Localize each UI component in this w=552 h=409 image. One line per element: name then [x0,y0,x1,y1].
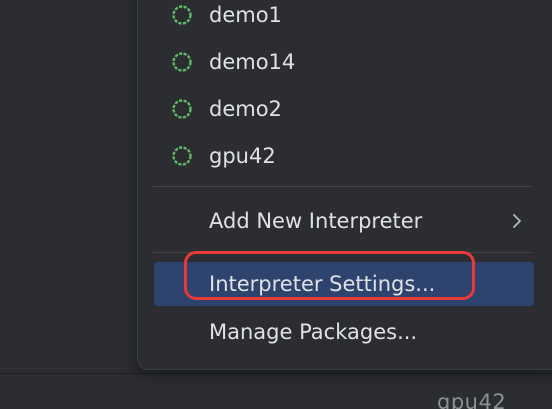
loading-spinner-icon [172,5,192,25]
loading-spinner-icon [172,146,192,166]
menu-separator [153,186,533,187]
add-new-interpreter-item[interactable]: Add New Interpreter [154,199,534,243]
status-bar-interpreter-widget[interactable]: gpu42 [437,390,506,409]
interpreter-item-label: gpu42 [209,144,276,168]
interpreter-item-demo2[interactable]: demo2 [154,87,534,131]
interpreter-item-demo14[interactable]: demo14 [154,40,534,84]
ide-window: gpu42 demo1 demo14 demo2 gpu42 Add New I… [0,0,552,409]
interpreter-item-label: demo1 [209,3,282,27]
chevron-right-icon [513,214,521,228]
interpreter-item-gpu42[interactable]: gpu42 [154,134,534,178]
interpreter-popup-menu: demo1 demo14 demo2 gpu42 Add New Interpr… [137,0,552,370]
interpreter-item-label: demo2 [209,97,282,121]
manage-packages-item[interactable]: Manage Packages... [154,310,534,354]
interpreter-settings-label: Interpreter Settings... [209,272,436,296]
menu-separator [153,252,533,253]
status-bar: gpu42 [0,373,552,409]
loading-spinner-icon [172,99,192,119]
loading-spinner-icon [172,52,192,72]
interpreter-item-label: demo14 [209,50,296,74]
manage-packages-label: Manage Packages... [209,320,418,344]
add-new-interpreter-label: Add New Interpreter [209,209,423,233]
interpreter-item-demo1[interactable]: demo1 [154,0,534,37]
interpreter-settings-item[interactable]: Interpreter Settings... [154,262,534,306]
